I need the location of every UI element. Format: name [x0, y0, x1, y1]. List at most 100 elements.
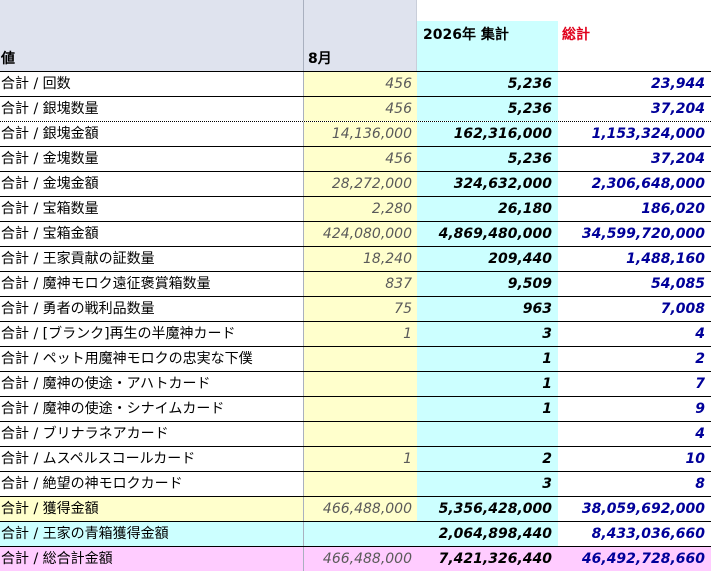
table-row: 合計 / 王家の青箱獲得金額 2,064,898,440 8,433,036,660	[0, 521, 711, 546]
year-total-cell[interactable]	[417, 422, 558, 446]
row-label-cell[interactable]: 合計 / 宝箱数量	[0, 197, 304, 221]
table-row: 合計 / 勇者の戦利品数量 75 963 7,008	[0, 296, 711, 321]
row-label-cell[interactable]: 合計 / 総合計金額	[0, 547, 304, 571]
august-value-cell[interactable]: 14,136,000	[304, 122, 417, 146]
grand-total-cell[interactable]: 2,306,648,000	[558, 172, 711, 196]
grand-total-cell[interactable]: 9	[558, 397, 711, 421]
year-total-cell[interactable]: 5,236	[417, 97, 558, 121]
year-total-cell[interactable]: 1	[417, 372, 558, 396]
data-grid: 合計 / 回数 456 5,236 23,944 合計 / 銀塊数量 456 5,236 37…	[0, 71, 711, 571]
august-value-cell[interactable]: 1	[304, 322, 417, 346]
row-label-cell[interactable]: 合計 / 銀塊数量	[0, 97, 304, 121]
august-value-cell[interactable]	[304, 522, 417, 546]
grand-total-cell[interactable]: 2	[558, 347, 711, 371]
august-value-cell[interactable]: 456	[304, 147, 417, 171]
table-row: 合計 / [ブランク]再生の半魔神カード 1 3 4	[0, 321, 711, 346]
grand-total-cell[interactable]: 37,204	[558, 147, 711, 171]
year-total-cell[interactable]: 2	[417, 447, 558, 471]
year-total-cell[interactable]: 9,509	[417, 272, 558, 296]
august-value-cell[interactable]: 837	[304, 272, 417, 296]
row-label-cell[interactable]: 合計 / 銀塊金額	[0, 122, 304, 146]
row-label-cell[interactable]: 合計 / 金塊数量	[0, 147, 304, 171]
august-value-cell[interactable]: 28,272,000	[304, 172, 417, 196]
grand-total-cell[interactable]: 7,008	[558, 297, 711, 321]
row-label-cell[interactable]: 合計 / 宝箱金額	[0, 222, 304, 246]
grand-total-cell[interactable]: 1,488,160	[558, 247, 711, 271]
grand-total-cell[interactable]: 23,944	[558, 72, 711, 96]
year-total-cell[interactable]: 4,869,480,000	[417, 222, 558, 246]
grand-total-cell[interactable]: 37,204	[558, 97, 711, 121]
year-total-cell[interactable]: 1	[417, 347, 558, 371]
august-value-cell[interactable]: 2,280	[304, 197, 417, 221]
august-value-cell[interactable]	[304, 422, 417, 446]
header-cell-values[interactable]: 値	[0, 0, 304, 71]
grand-total-cell[interactable]: 1,153,324,000	[558, 122, 711, 146]
grand-total-cell[interactable]: 7	[558, 372, 711, 396]
header-cell-grand-total[interactable]: 総計	[558, 0, 711, 71]
header-row: 値 8月 2026年 集計 総計	[0, 0, 711, 71]
year-total-cell[interactable]: 26,180	[417, 197, 558, 221]
row-label-cell[interactable]: 合計 / [ブランク]再生の半魔神カード	[0, 322, 304, 346]
year-total-cell[interactable]: 209,440	[417, 247, 558, 271]
august-value-cell[interactable]	[304, 397, 417, 421]
grand-total-cell[interactable]: 34,599,720,000	[558, 222, 711, 246]
row-label-cell[interactable]: 合計 / 魔神モロク遠征褒賞箱数量	[0, 272, 304, 296]
august-value-cell[interactable]: 18,240	[304, 247, 417, 271]
header-cell-august[interactable]: 8月	[304, 0, 417, 71]
grand-total-cell[interactable]: 38,059,692,000	[558, 497, 711, 521]
table-row: 合計 / 総合計金額 466,488,000 7,421,326,440 46,492…	[0, 546, 711, 571]
august-value-cell[interactable]	[304, 347, 417, 371]
row-label-cell[interactable]: 合計 / 回数	[0, 72, 304, 96]
august-value-cell[interactable]	[304, 372, 417, 396]
august-value-cell[interactable]: 1	[304, 447, 417, 471]
grand-total-cell[interactable]: 4	[558, 322, 711, 346]
table-row: 合計 / 宝箱金額 424,080,000 4,869,480,000 34,599,…	[0, 221, 711, 246]
row-label-cell[interactable]: 合計 / 魔神の使途・シナイムカード	[0, 397, 304, 421]
grand-total-cell[interactable]: 46,492,728,660	[558, 547, 711, 571]
table-row: 合計 / 金塊数量 456 5,236 37,204	[0, 146, 711, 171]
table-row: 合計 / 王家貢献の証数量 18,240 209,440 1,488,160	[0, 246, 711, 271]
table-row: 合計 / 絶望の神モロクカード 3 8	[0, 471, 711, 496]
year-total-cell[interactable]: 3	[417, 472, 558, 496]
row-label-cell[interactable]: 合計 / 金塊金額	[0, 172, 304, 196]
header-august-label: 8月	[308, 51, 332, 67]
row-label-cell[interactable]: 合計 / 王家貢献の証数量	[0, 247, 304, 271]
august-value-cell[interactable]	[304, 472, 417, 496]
year-total-cell[interactable]: 2,064,898,440	[417, 522, 558, 546]
row-label-cell[interactable]: 合計 / 絶望の神モロクカード	[0, 472, 304, 496]
grand-total-cell[interactable]: 8	[558, 472, 711, 496]
august-value-cell[interactable]: 424,080,000	[304, 222, 417, 246]
august-value-cell[interactable]: 456	[304, 97, 417, 121]
august-value-cell[interactable]: 75	[304, 297, 417, 321]
year-total-cell[interactable]: 5,236	[417, 72, 558, 96]
table-row: 合計 / ブリナラネアカード 4	[0, 421, 711, 446]
august-value-cell[interactable]: 456	[304, 72, 417, 96]
grand-total-cell[interactable]: 54,085	[558, 272, 711, 296]
row-label-cell[interactable]: 合計 / ペット用魔神モロクの忠実な下僕	[0, 347, 304, 371]
table-row: 合計 / 銀塊数量 456 5,236 37,204	[0, 96, 711, 121]
year-total-cell[interactable]: 324,632,000	[417, 172, 558, 196]
row-label-cell[interactable]: 合計 / 王家の青箱獲得金額	[0, 522, 304, 546]
pivot-table: 値 8月 2026年 集計 総計 合計 / 回数 456 5,236 23,944 合計…	[0, 0, 711, 574]
row-label-cell[interactable]: 合計 / ムスペルスコールカード	[0, 447, 304, 471]
table-row: 合計 / 獲得金額 466,488,000 5,356,428,000 38,059,…	[0, 496, 711, 521]
year-total-cell[interactable]: 5,356,428,000	[417, 497, 558, 521]
year-total-cell[interactable]: 1	[417, 397, 558, 421]
year-total-cell[interactable]: 7,421,326,440	[417, 547, 558, 571]
header-cell-2026-total[interactable]: 2026年 集計	[417, 0, 558, 71]
grand-total-cell[interactable]: 4	[558, 422, 711, 446]
header-2026-label: 2026年 集計	[423, 27, 509, 43]
row-label-cell[interactable]: 合計 / 魔神の使途・アハトカード	[0, 372, 304, 396]
grand-total-cell[interactable]: 10	[558, 447, 711, 471]
year-total-cell[interactable]: 162,316,000	[417, 122, 558, 146]
row-label-cell[interactable]: 合計 / 勇者の戦利品数量	[0, 297, 304, 321]
year-total-cell[interactable]: 963	[417, 297, 558, 321]
year-total-cell[interactable]: 3	[417, 322, 558, 346]
grand-total-cell[interactable]: 186,020	[558, 197, 711, 221]
grand-total-cell[interactable]: 8,433,036,660	[558, 522, 711, 546]
row-label-cell[interactable]: 合計 / 獲得金額	[0, 497, 304, 521]
august-value-cell[interactable]: 466,488,000	[304, 547, 417, 571]
august-value-cell[interactable]: 466,488,000	[304, 497, 417, 521]
year-total-cell[interactable]: 5,236	[417, 147, 558, 171]
row-label-cell[interactable]: 合計 / ブリナラネアカード	[0, 422, 304, 446]
